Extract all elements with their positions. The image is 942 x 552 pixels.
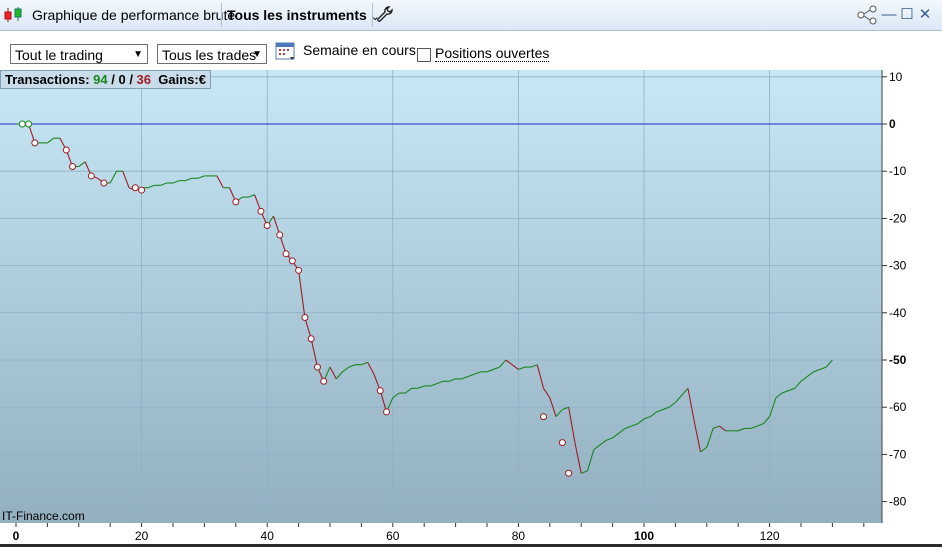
trading-select[interactable]: Tout le trading ▼ — [10, 44, 148, 64]
x-tick-label: 120 — [760, 529, 780, 543]
title-separator — [221, 3, 222, 27]
open-positions-checkbox[interactable] — [417, 48, 431, 62]
y-tick-label: -50 — [889, 353, 907, 367]
trade-marker — [131, 184, 139, 192]
close-icon[interactable]: ✕ — [916, 5, 934, 25]
period-label[interactable]: Semaine en cours — [303, 42, 416, 58]
performance-chart: 10 0 -10 -20 -30 -40 -50 -60 -70 -80 0 20 40 60 80 100… — [0, 70, 942, 547]
trading-select-value: Tout le trading — [15, 47, 103, 63]
transactions-label: Transactions: — [5, 72, 90, 87]
trade-marker — [25, 120, 33, 128]
x-tick-label: 60 — [386, 529, 400, 543]
trade-marker — [31, 139, 39, 147]
y-tick-label: -70 — [889, 447, 907, 461]
y-tick-label: -60 — [889, 400, 907, 414]
window-title: Graphique de performance brute — [32, 7, 236, 23]
trade-marker — [232, 198, 240, 206]
trade-marker — [383, 408, 391, 416]
gains-currency: € — [198, 72, 206, 87]
chevron-down-icon: ▼ — [252, 49, 262, 60]
transactions-summary: Transactions: 94 / 0 / 36 Gains:€ — [0, 70, 211, 89]
neutral-count: 0 — [118, 72, 126, 87]
y-tick-label: -30 — [889, 259, 907, 273]
trade-marker — [62, 146, 70, 154]
trade-marker — [69, 162, 77, 170]
calendar-icon[interactable] — [275, 40, 297, 62]
y-tick-label: -40 — [889, 306, 907, 320]
trade-marker — [565, 469, 573, 477]
trade-marker — [295, 266, 303, 274]
instruments-label: Tous les instruments — [227, 7, 367, 23]
trades-select[interactable]: Tous les trades ▼ — [157, 44, 267, 64]
performance-chart-svg: 100-10-20-30-40-50-60-70-80 0 20 40 60 80 100… — [0, 70, 907, 543]
trade-marker — [288, 257, 296, 265]
wrench-icon[interactable] — [376, 6, 394, 24]
watermark: IT-Finance.com — [2, 509, 85, 523]
trade-marker — [257, 207, 265, 215]
trade-marker — [282, 250, 290, 258]
gains-label: Gains: — [158, 72, 199, 87]
x-tick-label: 40 — [261, 529, 275, 543]
trade-marker — [138, 186, 146, 194]
open-positions-label[interactable]: Positions ouvertes — [435, 45, 550, 62]
trade-marker — [18, 120, 26, 128]
wins-count: 94 — [93, 72, 108, 87]
y-tick-label: 10 — [889, 70, 903, 84]
trade-marker — [301, 314, 309, 322]
trade-marker — [540, 413, 548, 421]
trade-marker — [320, 377, 328, 385]
separator: / — [107, 72, 119, 87]
trade-marker — [263, 221, 271, 229]
trade-marker — [87, 172, 95, 180]
title-separator-2 — [372, 3, 373, 27]
x-tick-label: 100 — [634, 529, 654, 543]
x-tick-label: 80 — [512, 529, 526, 543]
trade-marker — [276, 231, 284, 239]
trade-marker — [558, 439, 566, 447]
trade-marker — [307, 335, 315, 343]
trades-select-value: Tous les trades — [162, 47, 257, 63]
window-title-bar: Graphique de performance brute Tous les … — [0, 0, 942, 31]
window-controls: — ☐ ✕ — [880, 5, 934, 25]
candlestick-chart-icon — [4, 7, 22, 22]
share-icon[interactable] — [856, 5, 880, 25]
plot-area — [0, 70, 882, 523]
y-tick-label: -20 — [889, 211, 907, 225]
instruments-dropdown[interactable]: Tous les instruments ⌄ — [227, 7, 380, 23]
x-tick-label: 0 — [13, 529, 20, 543]
y-tick-label: -80 — [889, 495, 907, 509]
trade-marker — [376, 387, 384, 395]
maximize-icon[interactable]: ☐ — [898, 5, 916, 25]
x-tick-label: 20 — [135, 529, 149, 543]
minimize-icon[interactable]: — — [880, 5, 898, 25]
losses-count: 36 — [136, 72, 152, 87]
chevron-down-icon: ▼ — [133, 49, 143, 60]
trade-marker — [100, 179, 108, 187]
y-tick-label: -10 — [889, 164, 907, 178]
trade-marker — [313, 363, 321, 371]
separator: / — [125, 72, 137, 87]
y-tick-label: 0 — [889, 117, 896, 131]
